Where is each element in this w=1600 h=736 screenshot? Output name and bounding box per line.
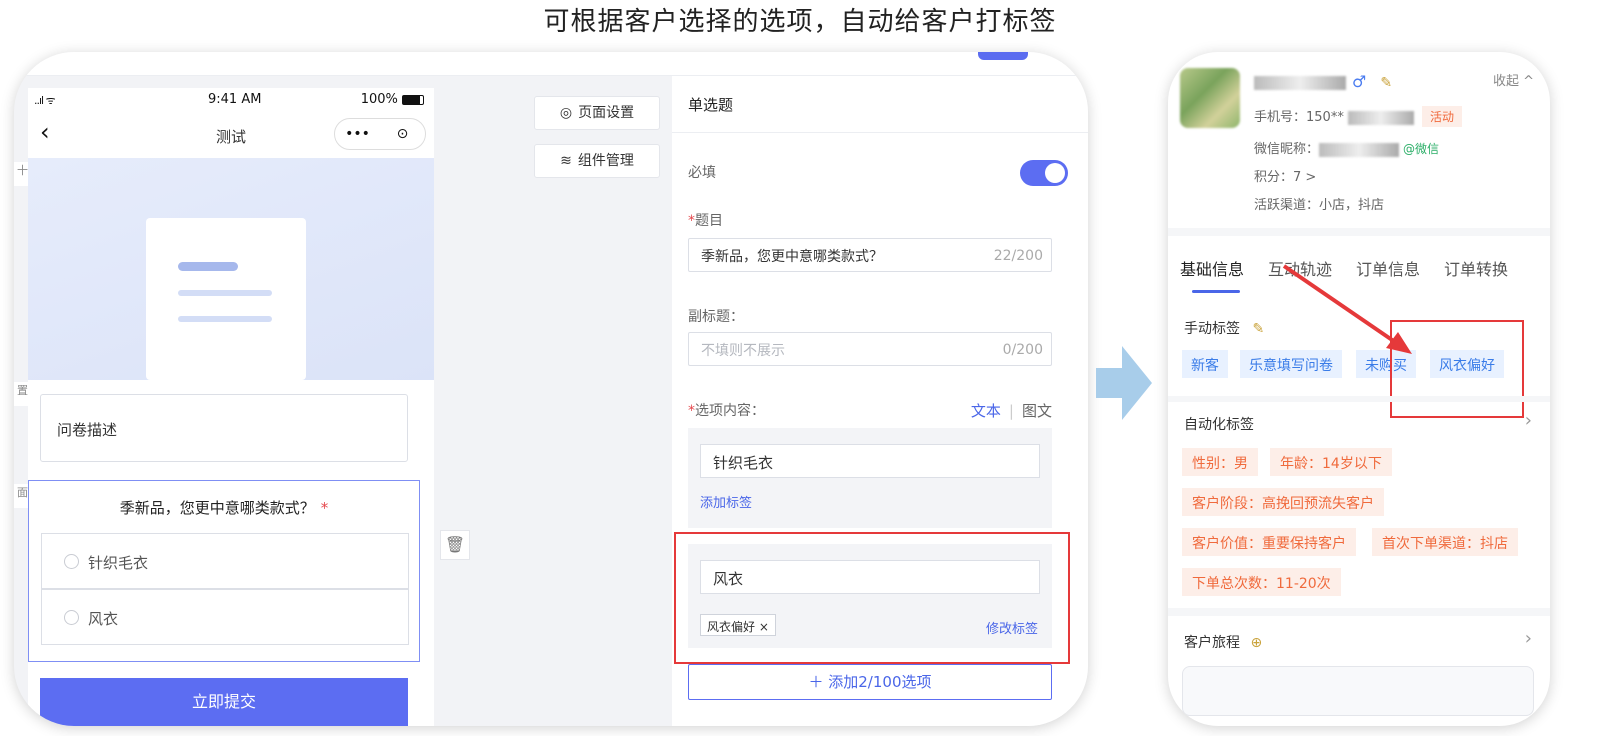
page-settings-button[interactable]: ◎ 页面设置: [534, 96, 660, 130]
battery-status: 100%: [361, 92, 424, 107]
red-pointer-arrow-icon: [1282, 264, 1412, 354]
add-option-button[interactable]: ＋ 添加2/100选项: [688, 664, 1052, 700]
journey-label-text: 客户旅程: [1184, 635, 1240, 651]
document-illustration-icon: [146, 218, 306, 380]
question-block[interactable]: 季新品，您更中意哪类款式？ * 针织毛衣 风衣: [28, 480, 420, 662]
settings-icon: ◎: [559, 105, 573, 121]
auto-tag: 年龄：14岁以下: [1270, 448, 1392, 476]
add-tag-link[interactable]: 添加标签: [700, 492, 752, 511]
subtitle-label: 副标题：: [688, 309, 744, 325]
radio-option[interactable]: 针织毛衣: [41, 533, 409, 589]
side-tab-1[interactable]: 十: [14, 162, 28, 186]
options-label-text: 选项内容：: [695, 403, 765, 419]
delete-icon[interactable]: 🗑: [440, 530, 470, 560]
required-toggle[interactable]: [1020, 160, 1068, 186]
journey-label: 客户旅程 ⊕: [1184, 632, 1262, 652]
page-title: 可根据客户选择的选项，自动给客户打标签: [543, 7, 1057, 37]
right-arrow-icon: [1096, 346, 1152, 420]
subtitle-placeholder: 不填则不展示: [701, 343, 785, 359]
auto-tag: 客户阶段：高挽回预流失客户: [1182, 488, 1384, 516]
more-icon[interactable]: •••: [335, 126, 380, 142]
divider: [672, 132, 1088, 133]
subtitle-input[interactable]: 不填则不展示 0/200: [688, 332, 1052, 366]
question-config-panel: 单选题 必填 *题目 季新品，您更中意哪类款式？ 22/200 副标题： 不填则不…: [672, 76, 1088, 726]
option-label: 针织毛衣: [88, 554, 149, 572]
toggle-knob: [1045, 163, 1065, 183]
editor-topbar: [14, 52, 1088, 76]
mode-image-tab[interactable]: 图文: [1022, 402, 1052, 420]
option-card: 针织毛衣 添加标签: [688, 428, 1052, 528]
nav-bar: ‹ 测试 ••• ⊙: [28, 112, 434, 158]
phone-preview: ..ıl ᯤ 9:41 AM 100% ‹ 测试 ••• ⊙ 问卷描述 季新品，…: [28, 88, 434, 726]
highlight-box: [674, 532, 1070, 664]
survey-description[interactable]: 问卷描述: [40, 394, 408, 462]
status-bar: ..ıl ᯤ 9:41 AM 100%: [28, 88, 434, 112]
component-manage-button[interactable]: ≋ 组件管理: [534, 144, 660, 178]
title-label: *题目: [688, 213, 723, 229]
page-settings-label: 页面设置: [578, 105, 635, 121]
question-text: 季新品，您更中意哪类款式？: [119, 499, 315, 517]
topbar-button[interactable]: [978, 52, 1028, 60]
title-label-text: 题目: [695, 213, 723, 229]
required-label: 必填: [688, 165, 716, 181]
question-title: 季新品，您更中意哪类款式？ *: [29, 497, 419, 518]
section-divider: [1168, 608, 1550, 616]
survey-banner: [28, 158, 434, 380]
submit-button[interactable]: 立即提交: [40, 678, 408, 726]
layers-icon: ≋: [560, 153, 572, 169]
record-icon[interactable]: ⊙: [380, 126, 425, 142]
required-mark: *: [320, 499, 329, 517]
auto-tag: 性别：男: [1182, 448, 1258, 476]
radio-option[interactable]: 风衣: [41, 589, 409, 645]
options-label: *选项内容：: [688, 403, 765, 419]
component-manage-label: 组件管理: [577, 153, 634, 169]
signal-icon: ..ıl ᯤ: [34, 94, 56, 107]
side-tab-2[interactable]: 置: [14, 382, 28, 406]
auto-tag: 下单总次数：11-20次: [1182, 568, 1341, 596]
title-input[interactable]: 季新品，您更中意哪类款式？ 22/200: [688, 238, 1052, 272]
subtitle-count: 0/200: [1002, 342, 1043, 358]
battery-percent: 100%: [360, 92, 398, 107]
auto-tag: 客户价值：重要保持客户: [1182, 528, 1356, 556]
journey-card[interactable]: [1182, 666, 1534, 716]
title-count: 22/200: [993, 248, 1043, 264]
title-value: 季新品，您更中意哪类款式？: [701, 249, 883, 265]
option-mode-switch: 文本 | 图文: [970, 402, 1052, 420]
side-tab-3[interactable]: 面: [14, 484, 28, 508]
status-time: 9:41 AM: [208, 92, 262, 107]
auto-tag: 首次下单渠道：抖店: [1372, 528, 1518, 556]
radio-circle-icon[interactable]: [64, 610, 79, 625]
survey-editor-panel: 十 置 面 ..ıl ᯤ 9:41 AM 100% ‹ 测试 ••• ⊙ 问卷描…: [14, 52, 1088, 726]
chevron-right-icon[interactable]: ›: [1525, 628, 1532, 649]
mode-text-tab[interactable]: 文本: [971, 402, 1001, 420]
option-input[interactable]: 针织毛衣: [700, 444, 1040, 478]
option-label: 风衣: [88, 610, 119, 628]
add-circle-icon[interactable]: ⊕: [1250, 635, 1262, 651]
battery-icon: [402, 94, 424, 105]
customer-profile-panel: ♂ ✎ 收起 ^ 手机号：150** 活动 微信昵称： @微信 积分：7 > 活跃渠…: [1168, 52, 1550, 726]
mini-program-capsule: ••• ⊙: [334, 118, 426, 150]
config-header: 单选题: [688, 96, 734, 114]
radio-circle-icon[interactable]: [64, 554, 79, 569]
